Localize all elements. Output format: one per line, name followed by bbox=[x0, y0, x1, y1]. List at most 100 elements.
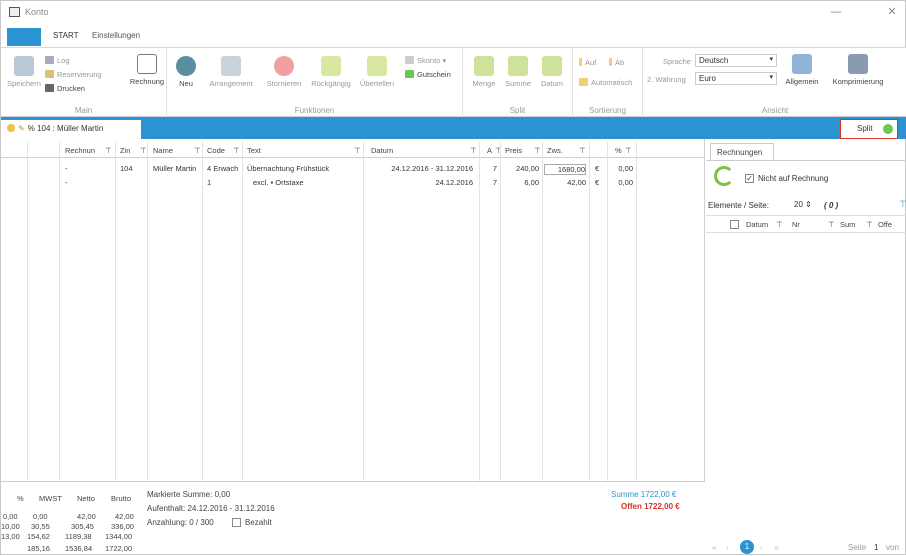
rechnung-label: Rechnung bbox=[129, 77, 165, 86]
filter-icon[interactable]: ⊤ bbox=[534, 146, 541, 155]
next-page-icon[interactable]: › bbox=[760, 543, 763, 552]
tax-cell: 13,00 bbox=[1, 532, 20, 541]
sort-ab-button[interactable]: Ab bbox=[609, 58, 624, 67]
booking-grid: Rechnun ⊤ Zin ⊤ Name ⊤ Code ⊤ Text ⊤ Datum ⊤ A… bbox=[1, 139, 705, 481]
cell-anzahl: 7 bbox=[492, 164, 497, 173]
col-r-offen[interactable]: Offe bbox=[878, 220, 892, 229]
filter-icon[interactable]: ⊤ bbox=[140, 146, 147, 155]
refresh-icon[interactable] bbox=[714, 166, 734, 186]
first-page-icon[interactable]: « bbox=[712, 543, 716, 552]
last-page-icon[interactable]: » bbox=[774, 543, 778, 552]
log-button[interactable]: Log bbox=[45, 56, 70, 65]
elemente-label: Elemente / Seite: bbox=[708, 201, 769, 210]
waehrung-select[interactable]: Euro ▾ bbox=[695, 72, 777, 85]
seite-label: Seite bbox=[848, 543, 867, 552]
rueckgaengig-button[interactable]: Rückgängig bbox=[309, 56, 353, 88]
col-zimmer[interactable]: Zin bbox=[120, 146, 130, 155]
split-datum-button[interactable]: Datum bbox=[537, 56, 567, 88]
col-preis[interactable]: Preis bbox=[505, 146, 522, 155]
drucken-button[interactable]: Drucken bbox=[45, 84, 85, 93]
split-button[interactable]: Split bbox=[840, 119, 898, 139]
grid-divider bbox=[589, 142, 590, 481]
split-datum-label: Datum bbox=[540, 79, 564, 88]
split-button-label: Split bbox=[857, 124, 873, 133]
printer-icon bbox=[45, 84, 54, 92]
filter-icon[interactable]: ⊤ bbox=[625, 146, 632, 155]
neu-button[interactable]: Neu bbox=[173, 56, 199, 88]
sprache-select[interactable]: Deutsch ▾ bbox=[695, 54, 777, 67]
bezahlt-checkbox[interactable] bbox=[232, 518, 241, 527]
col-name[interactable]: Name bbox=[153, 146, 173, 155]
col-anzahl[interactable]: A bbox=[487, 146, 492, 155]
elemente-spinner[interactable]: 20 ⇕ bbox=[792, 199, 818, 211]
group-split-label: Split bbox=[509, 106, 526, 115]
split-menge-button[interactable]: Menge bbox=[469, 56, 499, 88]
filter-icon[interactable]: ⊤ bbox=[470, 146, 477, 155]
filter-icon[interactable]: ⊤ bbox=[233, 146, 240, 155]
filter-icon[interactable]: ⊤ bbox=[105, 146, 112, 155]
col-prozent[interactable]: % bbox=[615, 146, 622, 155]
minimize-button[interactable]: — bbox=[821, 4, 851, 20]
filter-icon[interactable]: ⊤ bbox=[579, 146, 586, 155]
prev-page-icon[interactable]: ‹ bbox=[726, 543, 729, 552]
current-page-indicator[interactable]: 1 bbox=[740, 540, 754, 554]
filter-icon[interactable]: ⊤ bbox=[899, 199, 906, 210]
col-code[interactable]: Code bbox=[207, 146, 225, 155]
filter-icon[interactable]: ⊤ bbox=[776, 220, 783, 229]
voucher-icon bbox=[405, 70, 414, 78]
grid-divider bbox=[542, 142, 543, 481]
seite-value[interactable]: 1 bbox=[874, 543, 878, 552]
filter-icon[interactable]: ⊤ bbox=[194, 146, 201, 155]
document-tab[interactable]: ✎% 104 : Müller Martin bbox=[1, 120, 141, 139]
nicht-auf-rechnung-checkbox[interactable]: ✓ bbox=[745, 174, 754, 183]
filter-icon[interactable]: ⊤ bbox=[354, 146, 361, 155]
speichern-button[interactable]: Speichern bbox=[7, 56, 41, 88]
close-button[interactable]: ✕ bbox=[877, 4, 906, 20]
stornieren-button[interactable]: Stornieren bbox=[263, 56, 305, 88]
reservation-icon bbox=[45, 70, 54, 78]
uebertellen-button[interactable]: Übertellen bbox=[357, 56, 397, 88]
col-text[interactable]: Text bbox=[247, 146, 261, 155]
allgemein-button[interactable]: Allgemein bbox=[781, 54, 823, 86]
reservierung-button[interactable]: Reservierung bbox=[45, 70, 102, 79]
document-tab-label: % 104 : Müller Martin bbox=[27, 124, 104, 133]
tax-total-cell: 1536,84 bbox=[65, 544, 93, 553]
filter-icon[interactable]: ⊤ bbox=[866, 220, 873, 229]
sort-automatisch-label: Automatisch bbox=[591, 78, 633, 87]
cell-zws[interactable]: 1680,00 bbox=[544, 164, 586, 175]
col-rechnung[interactable]: Rechnun bbox=[65, 146, 95, 155]
arrangement-button[interactable]: Arrangement bbox=[205, 56, 257, 88]
table-row[interactable]: - 1 excl. ▪ Ortstaxe 24.12.2016 7 6,00 4… bbox=[1, 177, 705, 189]
grid-divider bbox=[202, 142, 203, 481]
select-all-checkbox[interactable] bbox=[730, 220, 739, 229]
tab-einstellungen[interactable]: Einstellungen bbox=[92, 31, 140, 40]
gutschein-button[interactable]: Gutschein bbox=[405, 70, 451, 79]
waehrung-label: 2. Währung bbox=[647, 75, 686, 84]
cell-zws: 42,00 bbox=[567, 178, 586, 187]
cell-prozent: 0,00 bbox=[618, 178, 633, 187]
filter-icon[interactable]: ⊤ bbox=[828, 220, 835, 229]
split-summe-button[interactable]: Summe bbox=[503, 56, 533, 88]
sort-automatisch-button[interactable]: Automatisch bbox=[579, 78, 632, 87]
rechnung-button[interactable]: Rechnung bbox=[129, 54, 165, 86]
rechnungen-header: Datum ⊤ Nr ⊤ Sum ⊤ Offe bbox=[706, 215, 906, 233]
col-r-datum[interactable]: Datum bbox=[746, 220, 768, 229]
sort-auf-button[interactable]: Auf bbox=[579, 58, 596, 67]
table-row[interactable]: - 104 Müller Martin 4 Erwach Übernachtun… bbox=[1, 163, 705, 175]
log-icon bbox=[45, 56, 54, 64]
col-zws[interactable]: Zws. bbox=[547, 146, 563, 155]
grid-divider bbox=[479, 142, 480, 481]
skonto-label: Skonto bbox=[417, 56, 441, 65]
elemente-value: 20 bbox=[794, 200, 803, 209]
col-r-nr[interactable]: Nr bbox=[792, 220, 800, 229]
tab-start[interactable]: START bbox=[53, 31, 78, 40]
grid-header: Rechnun ⊤ Zin ⊤ Name ⊤ Code ⊤ Text ⊤ Datum ⊤ A… bbox=[1, 142, 705, 158]
skonto-button[interactable]: Skonto ▾ bbox=[405, 56, 446, 65]
col-r-sum[interactable]: Sum bbox=[840, 220, 855, 229]
tax-cell: 42,00 bbox=[115, 512, 134, 521]
grid-divider bbox=[59, 142, 60, 481]
app-menu-button[interactable] bbox=[7, 28, 41, 46]
komprimierung-button[interactable]: Komprimierung bbox=[827, 54, 889, 86]
col-datum[interactable]: Datum bbox=[371, 146, 393, 155]
tab-rechnungen[interactable]: Rechnungen bbox=[710, 143, 774, 160]
